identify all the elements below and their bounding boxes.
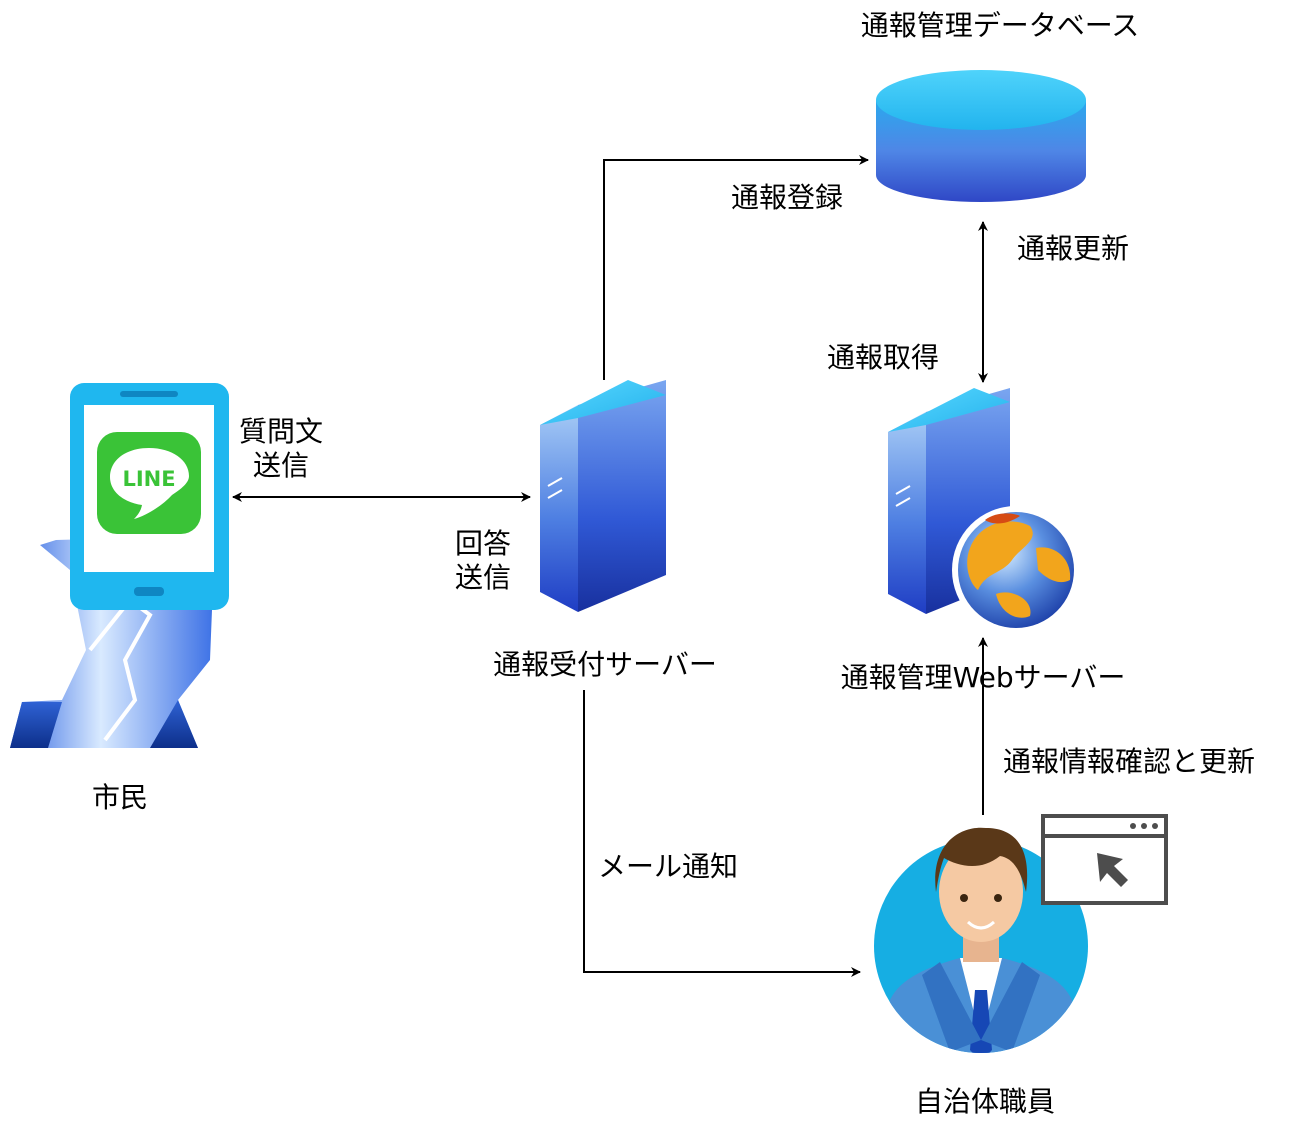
reception-server-label: 通報受付サーバー — [493, 648, 717, 681]
line-logo-text: LINE — [122, 467, 175, 491]
question-send-line2: 送信 — [252, 449, 309, 482]
fetch-label: 通報取得 — [827, 341, 940, 374]
database-cylinder-icon — [876, 70, 1086, 202]
mail-notify-label: メール通知 — [598, 850, 739, 883]
citizen-label: 市民 — [91, 781, 148, 814]
web-server-label: 通報管理Webサーバー — [840, 661, 1126, 694]
person-with-smartphone-icon: LINE — [10, 383, 229, 748]
diagram-canvas: LINE — [10, 70, 1168, 1053]
staff-label: 自治体職員 — [914, 1085, 1055, 1118]
question-send-label: 質問文 送信 — [226, 415, 336, 483]
check-update-label: 通報情報確認と更新 — [1003, 745, 1256, 778]
server-tower-icon — [540, 380, 666, 612]
question-send-line1: 質問文 — [238, 415, 323, 448]
answer-send-line1: 回答 — [454, 527, 511, 560]
update-label: 通報更新 — [1017, 232, 1130, 265]
register-label: 通報登録 — [731, 181, 844, 214]
answer-send-label: 回答 送信 — [438, 527, 528, 595]
answer-send-line2: 送信 — [454, 561, 511, 594]
web-server-globe-icon — [888, 388, 1080, 634]
system-architecture-diagram: LINE 通報管理データベース 通報受付サーバー 通報管理Webサーバー 市民 … — [0, 0, 1296, 1124]
database-label: 通報管理データベース — [860, 9, 1140, 42]
browser-window-icon — [1041, 814, 1168, 905]
edge-reception-staff — [583, 690, 861, 977]
